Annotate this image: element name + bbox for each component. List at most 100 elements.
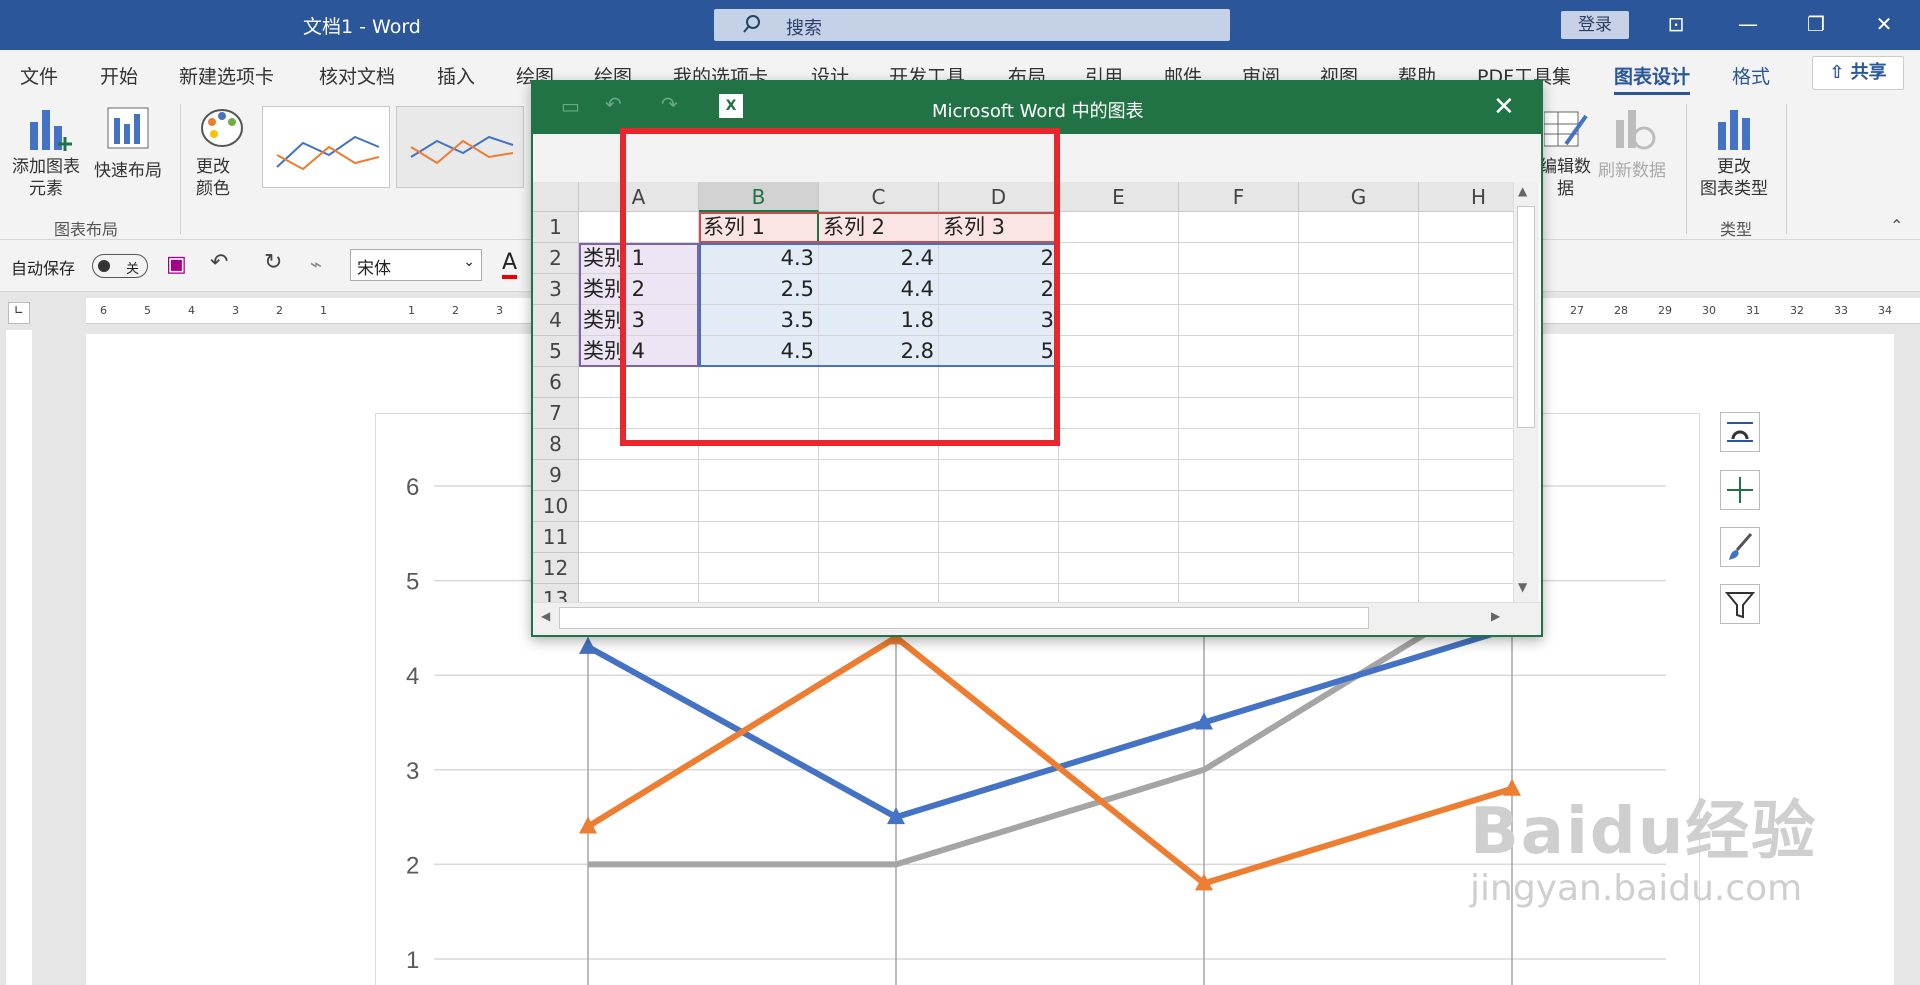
table-cell[interactable] bbox=[1179, 553, 1299, 584]
scroll-left-icon[interactable]: ◀ bbox=[541, 609, 550, 623]
table-cell[interactable] bbox=[1299, 274, 1419, 305]
table-cell[interactable] bbox=[699, 553, 819, 584]
scroll-up-icon[interactable]: ▲ bbox=[1518, 184, 1527, 198]
column-header[interactable]: F bbox=[1179, 182, 1299, 212]
table-cell[interactable] bbox=[1179, 522, 1299, 553]
table-cell[interactable] bbox=[1299, 553, 1419, 584]
palette-icon[interactable] bbox=[200, 104, 246, 154]
table-cell[interactable] bbox=[1059, 491, 1179, 522]
row-header[interactable]: 3 bbox=[533, 274, 579, 305]
table-cell[interactable] bbox=[1299, 491, 1419, 522]
row-header[interactable]: 9 bbox=[533, 460, 579, 491]
autosave-toggle[interactable]: 关 bbox=[92, 254, 148, 278]
font-color-icon[interactable]: A bbox=[502, 250, 518, 279]
excel-close-icon[interactable]: ✕ bbox=[1493, 92, 1515, 122]
table-cell[interactable] bbox=[1179, 491, 1299, 522]
table-cell[interactable] bbox=[1179, 460, 1299, 491]
layout-options-button[interactable] bbox=[1720, 412, 1760, 452]
row-header[interactable]: 4 bbox=[533, 305, 579, 336]
table-cell[interactable] bbox=[1059, 553, 1179, 584]
scroll-down-icon[interactable]: ▼ bbox=[1518, 580, 1527, 594]
table-cell[interactable] bbox=[699, 491, 819, 522]
row-header[interactable]: 1 bbox=[533, 212, 579, 243]
minimize-icon[interactable]: — bbox=[1728, 8, 1768, 40]
tab-stop-selector[interactable]: ∟ bbox=[8, 302, 30, 324]
table-cell[interactable] bbox=[939, 553, 1059, 584]
table-cell[interactable] bbox=[1179, 274, 1299, 305]
vertical-scroll-thumb[interactable] bbox=[1517, 206, 1535, 428]
table-cell[interactable] bbox=[1179, 398, 1299, 429]
table-cell[interactable] bbox=[1059, 429, 1179, 460]
table-cell[interactable] bbox=[939, 522, 1059, 553]
table-cell[interactable] bbox=[939, 460, 1059, 491]
table-cell[interactable] bbox=[1059, 460, 1179, 491]
column-header[interactable]: G bbox=[1299, 182, 1419, 212]
table-cell[interactable] bbox=[1179, 336, 1299, 367]
edit-in-excel-icon[interactable]: X bbox=[719, 94, 743, 118]
table-cell[interactable] bbox=[1059, 522, 1179, 553]
row-header[interactable]: 5 bbox=[533, 336, 579, 367]
tab-chart-design[interactable]: 图表设计 bbox=[1614, 62, 1691, 95]
table-cell[interactable] bbox=[819, 522, 939, 553]
close-icon[interactable]: ✕ bbox=[1864, 8, 1904, 40]
table-cell[interactable] bbox=[1179, 429, 1299, 460]
undo-icon[interactable]: ↶ bbox=[210, 250, 228, 275]
table-cell[interactable] bbox=[1059, 212, 1179, 243]
search-box[interactable]: 搜索 bbox=[714, 9, 1230, 41]
table-cell[interactable] bbox=[1179, 305, 1299, 336]
select-all-corner[interactable] bbox=[533, 182, 579, 212]
table-cell[interactable] bbox=[1059, 243, 1179, 274]
quick-layout-button[interactable]: 快速布局 bbox=[94, 156, 162, 181]
table-cell[interactable] bbox=[1059, 398, 1179, 429]
horizontal-scroll-thumb[interactable] bbox=[559, 607, 1369, 629]
table-cell[interactable] bbox=[1299, 522, 1419, 553]
table-cell[interactable] bbox=[1179, 212, 1299, 243]
tab-file[interactable]: 文件 bbox=[20, 62, 58, 89]
tab-new[interactable]: 新建选项卡 bbox=[179, 62, 274, 89]
add-chart-element-icon[interactable] bbox=[28, 104, 74, 154]
table-cell[interactable] bbox=[1299, 212, 1419, 243]
quick-layout-icon[interactable] bbox=[106, 104, 152, 154]
chart-elements-button[interactable] bbox=[1720, 470, 1760, 510]
table-cell[interactable] bbox=[1179, 243, 1299, 274]
row-header[interactable]: 8 bbox=[533, 429, 579, 460]
edit-data-button[interactable]: 编辑数 据 bbox=[1540, 156, 1591, 200]
table-cell[interactable] bbox=[579, 491, 699, 522]
table-cell[interactable] bbox=[1299, 367, 1419, 398]
collapse-ribbon-icon[interactable]: ⌃ bbox=[1890, 216, 1903, 235]
row-header[interactable]: 11 bbox=[533, 522, 579, 553]
table-cell[interactable] bbox=[699, 522, 819, 553]
table-cell[interactable] bbox=[579, 553, 699, 584]
font-select[interactable]: 宋体 ⌄ bbox=[350, 249, 482, 281]
vertical-scrollbar[interactable]: ▲ ▼ bbox=[1513, 182, 1539, 602]
table-cell[interactable] bbox=[819, 491, 939, 522]
chart-style-2[interactable] bbox=[396, 106, 524, 188]
row-header[interactable]: 10 bbox=[533, 491, 579, 522]
row-header[interactable]: 7 bbox=[533, 398, 579, 429]
scroll-right-icon[interactable]: ▶ bbox=[1491, 609, 1500, 623]
tab-check[interactable]: 核对文档 bbox=[319, 62, 395, 89]
horizontal-scrollbar[interactable]: ◀ ▶ bbox=[533, 602, 1541, 635]
table-cell[interactable] bbox=[939, 491, 1059, 522]
table-cell[interactable] bbox=[1059, 367, 1179, 398]
change-chart-type-icon[interactable] bbox=[1714, 104, 1758, 154]
save-icon[interactable]: ▣ bbox=[166, 252, 187, 277]
table-cell[interactable] bbox=[1059, 305, 1179, 336]
row-header[interactable]: 6 bbox=[533, 367, 579, 398]
table-cell[interactable] bbox=[1299, 460, 1419, 491]
table-cell[interactable] bbox=[699, 460, 819, 491]
table-cell[interactable] bbox=[579, 460, 699, 491]
table-cell[interactable] bbox=[1299, 336, 1419, 367]
table-cell[interactable] bbox=[1299, 305, 1419, 336]
table-cell[interactable] bbox=[819, 460, 939, 491]
format-painter-icon[interactable]: ⌁ bbox=[310, 252, 322, 276]
tab-insert[interactable]: 插入 bbox=[437, 62, 475, 89]
login-button[interactable]: 登录 bbox=[1561, 11, 1629, 39]
share-button[interactable]: ⇧ 共享 bbox=[1812, 56, 1904, 90]
table-cell[interactable] bbox=[1059, 336, 1179, 367]
edit-data-icon[interactable] bbox=[1544, 106, 1590, 154]
chart-style-1[interactable] bbox=[262, 106, 390, 188]
restore-icon[interactable]: ❐ bbox=[1796, 8, 1836, 40]
table-cell[interactable] bbox=[1299, 429, 1419, 460]
tab-format[interactable]: 格式 bbox=[1732, 62, 1770, 89]
